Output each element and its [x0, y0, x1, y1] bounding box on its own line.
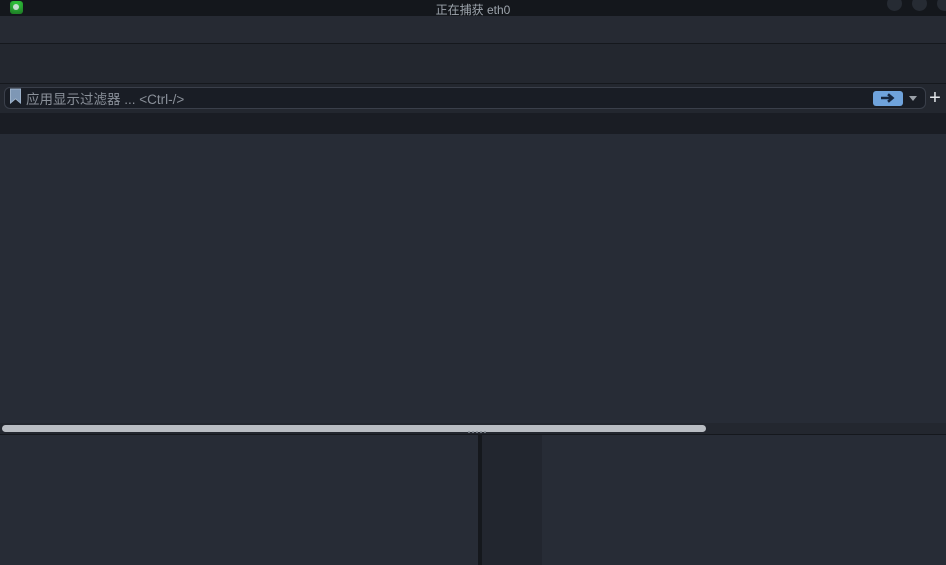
main-toolbar [0, 44, 946, 84]
title-bar: 正在捕获 eth0 [0, 0, 946, 16]
display-filter-input[interactable]: 应用显示过滤器 ... <Ctrl-/> [4, 87, 926, 109]
hscrollbar-thumb[interactable] [2, 425, 706, 432]
minimize-button[interactable] [887, 0, 902, 11]
window-controls [887, 0, 946, 11]
hex-offset-column [482, 435, 542, 565]
packet-list-header [0, 113, 946, 134]
add-filter-button[interactable]: + [926, 85, 944, 111]
wireshark-window: 正在捕获 eth0 应用显示过滤器 ... <Ctrl-/> + [0, 0, 946, 565]
bookmark-icon[interactable] [9, 88, 22, 109]
packet-list [0, 134, 946, 423]
packet-details-pane [0, 434, 478, 565]
menu-bar [0, 16, 946, 44]
maximize-button[interactable] [912, 0, 927, 11]
filter-dropdown-caret-icon[interactable] [909, 96, 917, 101]
apply-filter-button[interactable] [873, 91, 903, 106]
close-button[interactable] [937, 0, 946, 11]
filter-placeholder-text: 应用显示过滤器 ... <Ctrl-/> [26, 88, 873, 108]
filter-bar: 应用显示过滤器 ... <Ctrl-/> + [0, 84, 946, 114]
packet-bytes-pane [482, 434, 946, 565]
